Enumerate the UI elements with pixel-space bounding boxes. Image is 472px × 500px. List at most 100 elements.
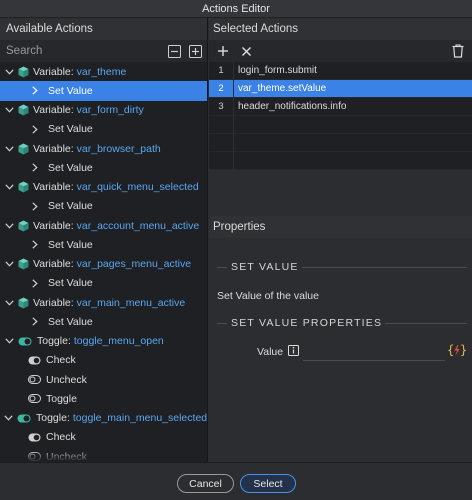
chevron-down-icon[interactable]	[4, 300, 14, 306]
tree-action-label: Uncheck	[46, 373, 87, 386]
properties-title: Properties	[209, 216, 472, 238]
tree-item-prefix: Variable:	[33, 258, 74, 271]
tree-item-prefix: Variable:	[33, 296, 74, 309]
tree-action-set-value[interactable]: Set Value	[0, 312, 207, 331]
tree-item-prefix: Variable:	[33, 181, 74, 194]
tree-item-prefix: Variable:	[33, 65, 74, 78]
trash-icon[interactable]	[452, 44, 464, 61]
tree-item-name: var_browser_path	[76, 142, 161, 155]
tree-item-name: var_theme	[76, 65, 127, 78]
tree-action-set-value[interactable]: Set Value	[0, 120, 207, 139]
add-icon[interactable]	[217, 45, 229, 57]
tree-action-set-value[interactable]: Set Value	[0, 81, 207, 101]
tree-action-label: Set Value	[48, 238, 93, 251]
toggle-icon	[18, 337, 32, 346]
tree-action-set-value[interactable]: Set Value	[0, 235, 207, 254]
selected-action-row[interactable]: 3 header_notifications.info	[209, 98, 472, 116]
search-input[interactable]	[6, 45, 160, 57]
set-value-properties-title: SET VALUE PROPERTIES	[231, 317, 383, 329]
tree-item-name: var_quick_menu_selected	[76, 181, 199, 194]
tree-item-name: var_main_menu_active	[76, 296, 186, 309]
available-actions-panel: Available Actions Variable:var_themeSet …	[0, 18, 208, 462]
tree-item-name: var_form_dirty	[76, 104, 144, 117]
chevron-down-icon[interactable]	[4, 107, 14, 113]
tree-item-name: var_account_menu_active	[76, 219, 200, 232]
tree-item-prefix: Toggle:	[36, 412, 70, 425]
variable-cube-icon	[18, 66, 29, 78]
variable-cube-icon	[18, 104, 29, 116]
tree-item-toggle-main-menu-selected[interactable]: Toggle: toggle_main_menu_selected	[0, 409, 207, 428]
chevron-down-icon[interactable]	[4, 69, 14, 75]
chevron-right-icon	[30, 202, 40, 211]
svg-text:{: {	[447, 343, 454, 357]
actions-tree: Variable: var_theme Set Value Variable: var_…	[0, 62, 207, 462]
tree-action-check[interactable]: Check	[0, 351, 207, 370]
selected-actions-title: Selected Actions	[209, 18, 472, 40]
tree-item-var-account-menu-active[interactable]: Variable: var_account_menu_active	[0, 216, 207, 235]
chevron-right-icon	[30, 279, 40, 288]
variable-cube-icon	[18, 258, 29, 270]
chevron-right-icon	[30, 163, 40, 173]
toggle-on-icon	[28, 433, 41, 442]
action-index: 2	[218, 83, 224, 94]
empty-action-row	[209, 152, 472, 170]
chevron-right-icon	[30, 317, 40, 327]
cancel-button[interactable]: Cancel	[177, 474, 234, 493]
chevron-down-icon[interactable]	[4, 223, 14, 229]
toggle-icon	[17, 414, 31, 423]
collapse-all-icon[interactable]	[168, 44, 181, 58]
tree-action-label: Set Value	[48, 315, 93, 328]
available-actions-title: Available Actions	[0, 18, 207, 40]
tree-action-label: Set Value	[48, 200, 93, 213]
available-actions-toolbar	[0, 40, 207, 62]
expand-all-icon[interactable]	[189, 44, 202, 58]
toggle-on-icon	[28, 356, 41, 365]
selected-action-row[interactable]: 1 login_form.submit	[209, 62, 472, 80]
section-divider	[385, 323, 467, 324]
selected-actions-list: 1 login_form.submit 2 var_theme.setValue 3 he…	[209, 62, 472, 170]
select-button[interactable]: Select	[240, 474, 296, 493]
chevron-down-icon[interactable]	[4, 184, 14, 190]
expression-icon[interactable]: {}	[447, 343, 467, 360]
remove-icon[interactable]	[241, 46, 252, 57]
tree-action-set-value[interactable]: Set Value	[0, 274, 207, 293]
tree-action-uncheck[interactable]: Uncheck	[0, 370, 207, 389]
tree-item-name: var_pages_menu_active	[76, 258, 192, 271]
tree-item-var-browser-path[interactable]: Variable: var_browser_path	[0, 139, 207, 158]
value-field[interactable]	[303, 360, 445, 361]
tree-action-label: Set Value	[48, 277, 93, 290]
chevron-down-icon[interactable]	[4, 415, 13, 421]
tree-item-toggle-menu-open[interactable]: Toggle: toggle_menu_open	[0, 332, 207, 351]
chevron-down-icon[interactable]	[4, 261, 14, 267]
tree-item-prefix: Variable:	[33, 104, 74, 117]
tree-action-set-value[interactable]: Set Value	[0, 158, 207, 177]
empty-action-row	[209, 116, 472, 134]
tree-item-var-theme[interactable]: Variable: var_theme	[0, 62, 207, 81]
tree-item-var-quick-menu-selected[interactable]: Variable: var_quick_menu_selected	[0, 178, 207, 197]
action-label: header_notifications.info	[238, 101, 347, 112]
variable-cube-icon	[18, 143, 29, 155]
tree-action-toggle[interactable]: Toggle	[0, 389, 207, 408]
info-icon[interactable]	[288, 345, 299, 359]
tree-item-var-main-menu-active[interactable]: Variable: var_main_menu_active	[0, 293, 207, 312]
tree-item-var-form-dirty[interactable]: Variable: var_form_dirty	[0, 101, 207, 120]
tree-action-label: Set Value	[48, 161, 93, 174]
tree-action-check[interactable]: Check	[0, 428, 207, 447]
selected-actions-panel: Selected Actions 1 login_form.submit 2 var_…	[209, 18, 472, 462]
tree-item-prefix: Variable:	[33, 142, 74, 155]
tree-item-prefix: Toggle:	[37, 335, 71, 348]
section-divider	[302, 267, 467, 268]
tree-action-set-value[interactable]: Set Value	[0, 197, 207, 216]
action-label: var_theme.setValue	[238, 83, 327, 94]
variable-cube-icon	[18, 220, 29, 232]
tree-item-prefix: Variable:	[33, 219, 74, 232]
chevron-down-icon[interactable]	[4, 146, 14, 152]
chevron-down-icon[interactable]	[4, 338, 14, 344]
scroll-fade	[0, 450, 207, 462]
selected-action-row[interactable]: 2 var_theme.setValue	[209, 80, 472, 98]
action-index: 3	[218, 101, 224, 112]
tree-item-name: toggle_menu_open	[73, 335, 164, 348]
tree-action-label: Set Value	[48, 84, 93, 97]
tree-item-var-pages-menu-active[interactable]: Variable: var_pages_menu_active	[0, 255, 207, 274]
tree-action-label: Check	[46, 431, 76, 444]
